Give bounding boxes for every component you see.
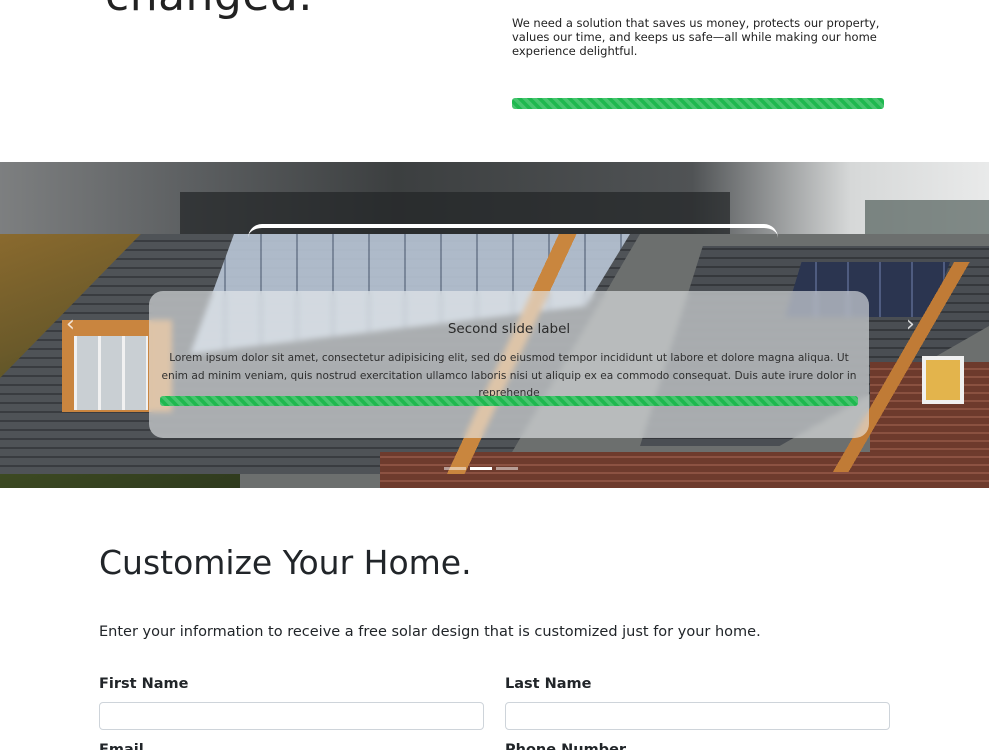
last-name-label: Last Name bbox=[505, 676, 592, 692]
caption-progress-fill bbox=[160, 396, 858, 406]
chevron-right-icon[interactable]: › bbox=[906, 312, 915, 337]
hero-copy: We need a solution that saves us money, … bbox=[512, 16, 880, 58]
hero-progress-bar bbox=[512, 98, 884, 109]
image-carousel: ‹ › Second slide label Lorem ipsum dolor… bbox=[0, 162, 989, 488]
caption-title: Second slide label bbox=[447, 321, 571, 337]
chevron-left-icon[interactable]: ‹ bbox=[66, 312, 75, 337]
form-lead: Enter your information to receive a free… bbox=[99, 624, 761, 640]
caption-progress-bar bbox=[160, 396, 858, 406]
first-name-label: First Name bbox=[99, 676, 189, 692]
last-name-field[interactable] bbox=[505, 702, 890, 730]
carousel-indicator-2[interactable] bbox=[470, 467, 492, 470]
form-title: Customize Your Home. bbox=[99, 543, 472, 582]
carousel-indicator-3[interactable] bbox=[496, 467, 518, 470]
carousel-image-window bbox=[922, 356, 964, 404]
carousel-image-edge bbox=[248, 224, 778, 238]
phone-label: Phone Number bbox=[505, 742, 627, 750]
hero-title: changed. bbox=[105, 0, 313, 21]
background-window bbox=[865, 200, 989, 234]
page: changed. We need a solution that saves u… bbox=[0, 0, 1000, 750]
caption-text: Lorem ipsum dolor sit amet, consectetur … bbox=[161, 352, 857, 399]
hero-progress-fill bbox=[512, 98, 884, 109]
first-name-field[interactable] bbox=[99, 702, 484, 730]
carousel-caption: Second slide label Lorem ipsum dolor sit… bbox=[149, 291, 869, 438]
carousel-indicators bbox=[444, 467, 518, 470]
email-label: Email bbox=[99, 742, 144, 750]
carousel-image-dormer-window bbox=[74, 336, 148, 410]
carousel-indicator-1[interactable] bbox=[444, 467, 466, 470]
